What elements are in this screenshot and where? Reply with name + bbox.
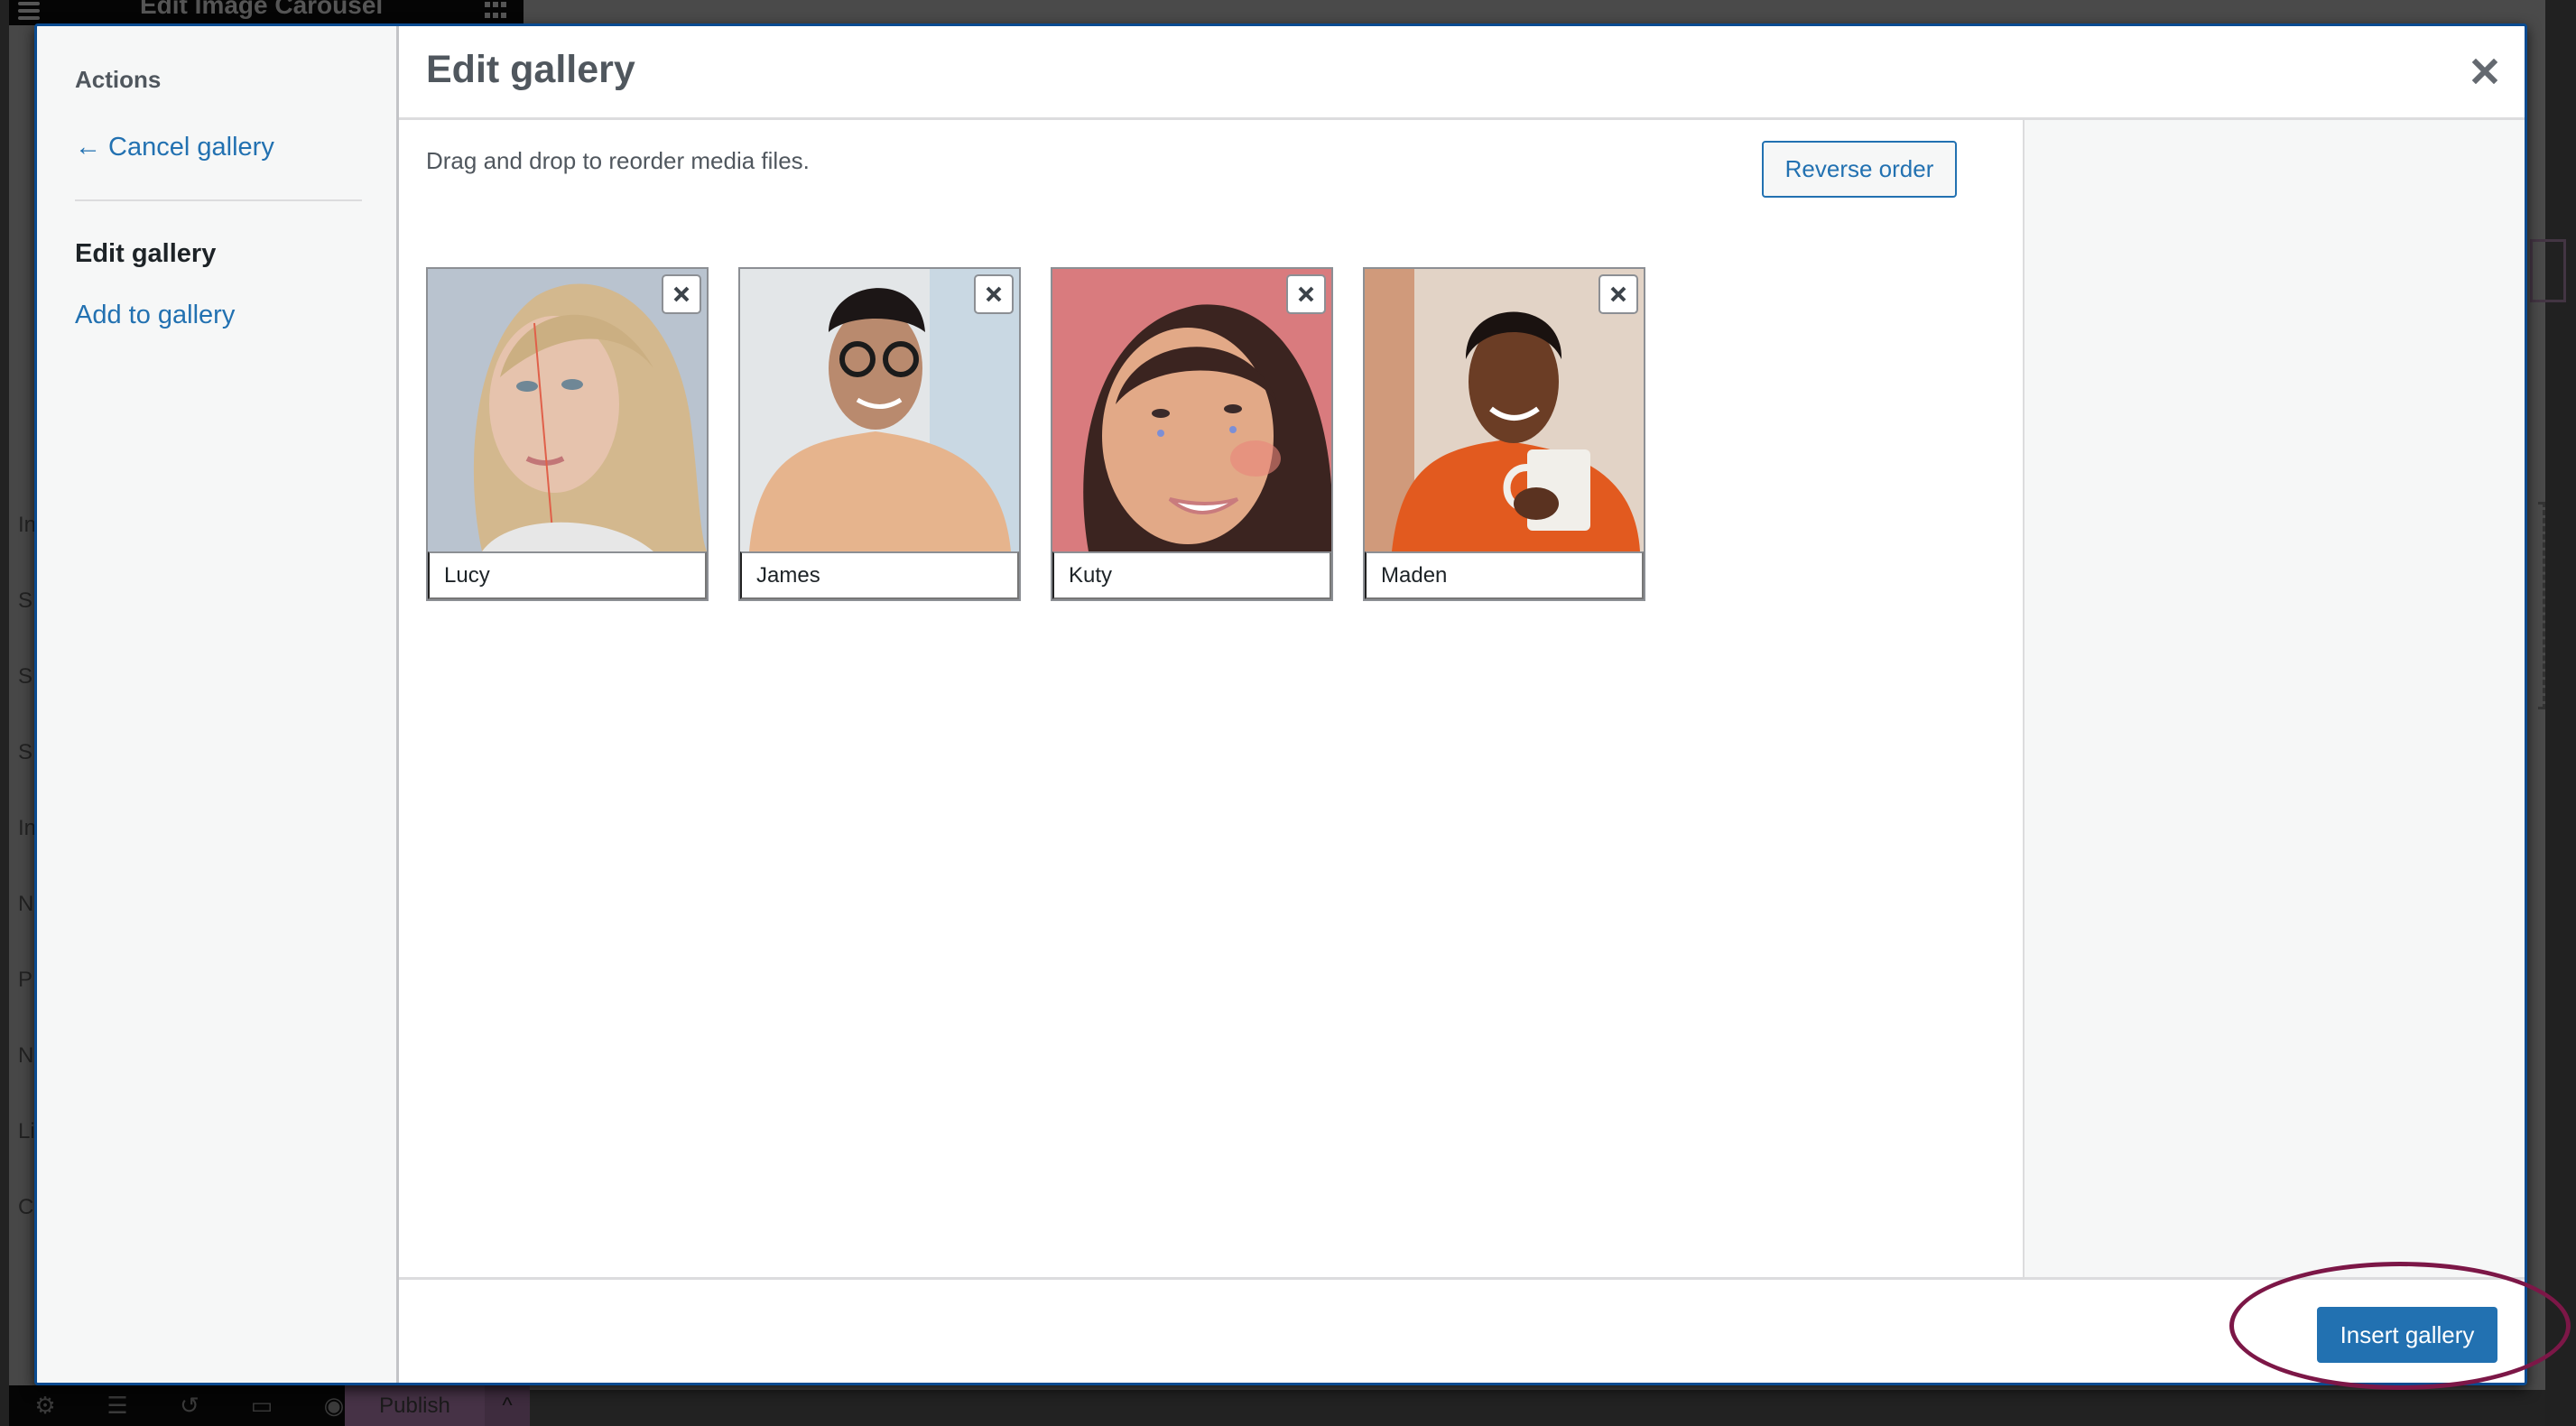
- reverse-order-button[interactable]: Reverse order: [1762, 141, 1957, 198]
- cancel-gallery-link[interactable]: ← Cancel gallery: [75, 133, 274, 162]
- panel-label: S: [18, 740, 33, 764]
- media-modal: Actions ← Cancel gallery Edit gallery Ad…: [34, 23, 2527, 1385]
- widgets-grid-icon: [485, 2, 506, 20]
- remove-item-button[interactable]: [662, 274, 701, 314]
- caption-input[interactable]: [428, 551, 707, 599]
- attachment-details-sidebar: [2023, 120, 2525, 1277]
- close-icon: [673, 286, 690, 302]
- caption-input[interactable]: [1052, 551, 1331, 599]
- panel-label: Li: [18, 1119, 35, 1144]
- panel-labels: In S S S In N P N Li C: [18, 487, 36, 1245]
- close-icon: [1610, 286, 1626, 302]
- close-icon: [1298, 286, 1314, 302]
- gallery-item[interactable]: [1051, 267, 1333, 601]
- modal-header: Edit gallery: [399, 26, 2525, 120]
- canvas-selection: [2530, 239, 2566, 302]
- menu-separator: [75, 199, 362, 201]
- caption-input[interactable]: [740, 551, 1019, 599]
- modal-menu: Actions ← Cancel gallery Edit gallery Ad…: [37, 26, 399, 1383]
- menu-item-add-to-gallery[interactable]: Add to gallery: [75, 301, 235, 330]
- remove-item-button[interactable]: [974, 274, 1014, 314]
- gear-icon: ⚙: [34, 1392, 56, 1419]
- panel-label: In: [18, 816, 37, 840]
- window-edge: [2545, 0, 2576, 1426]
- instructions-text: Drag and drop to reorder media files.: [426, 147, 810, 174]
- layers-icon: ☰: [107, 1392, 128, 1419]
- insert-gallery-button[interactable]: Insert gallery: [2317, 1307, 2497, 1363]
- menu-item-edit-gallery[interactable]: Edit gallery: [75, 239, 216, 269]
- gallery-content: Drag and drop to reorder media files. Re…: [399, 120, 2023, 1277]
- chevron-up-icon: ^: [485, 1385, 530, 1426]
- panel-label: P: [18, 968, 33, 992]
- gallery-item[interactable]: [1363, 267, 1645, 601]
- canvas-drop-area: [2538, 502, 2545, 709]
- editor-title: Edit Image Carousel: [140, 0, 384, 19]
- history-icon: ↺: [180, 1392, 199, 1419]
- panel-label: C: [18, 1195, 34, 1219]
- publish-label: Publish: [379, 1393, 450, 1418]
- menu-heading: Actions: [75, 66, 162, 93]
- panel-label: S: [18, 588, 33, 613]
- editor-topbar: Edit Image Carousel: [9, 0, 524, 25]
- hamburger-icon: [18, 2, 40, 20]
- caption-input[interactable]: [1365, 551, 1644, 599]
- close-button[interactable]: [2465, 51, 2505, 91]
- responsive-icon: ▭: [250, 1392, 273, 1419]
- panel-label: In: [18, 513, 37, 537]
- remove-item-button[interactable]: [1598, 274, 1638, 314]
- panel-label: N: [18, 892, 34, 916]
- publish-button: Publish ^: [345, 1385, 530, 1426]
- gallery-item[interactable]: [738, 267, 1021, 601]
- close-icon: [2472, 59, 2497, 84]
- editor-bottom-bar: ⚙ ☰ ↺ ▭ ◉ Publish ^: [9, 1385, 530, 1426]
- remove-item-button[interactable]: [1286, 274, 1326, 314]
- close-icon: [986, 286, 1002, 302]
- modal-toolbar: Insert gallery: [399, 1277, 2525, 1383]
- modal-title: Edit gallery: [426, 48, 635, 91]
- panel-label: N: [18, 1043, 34, 1068]
- panel-label: S: [18, 664, 33, 689]
- gallery-item[interactable]: [426, 267, 709, 601]
